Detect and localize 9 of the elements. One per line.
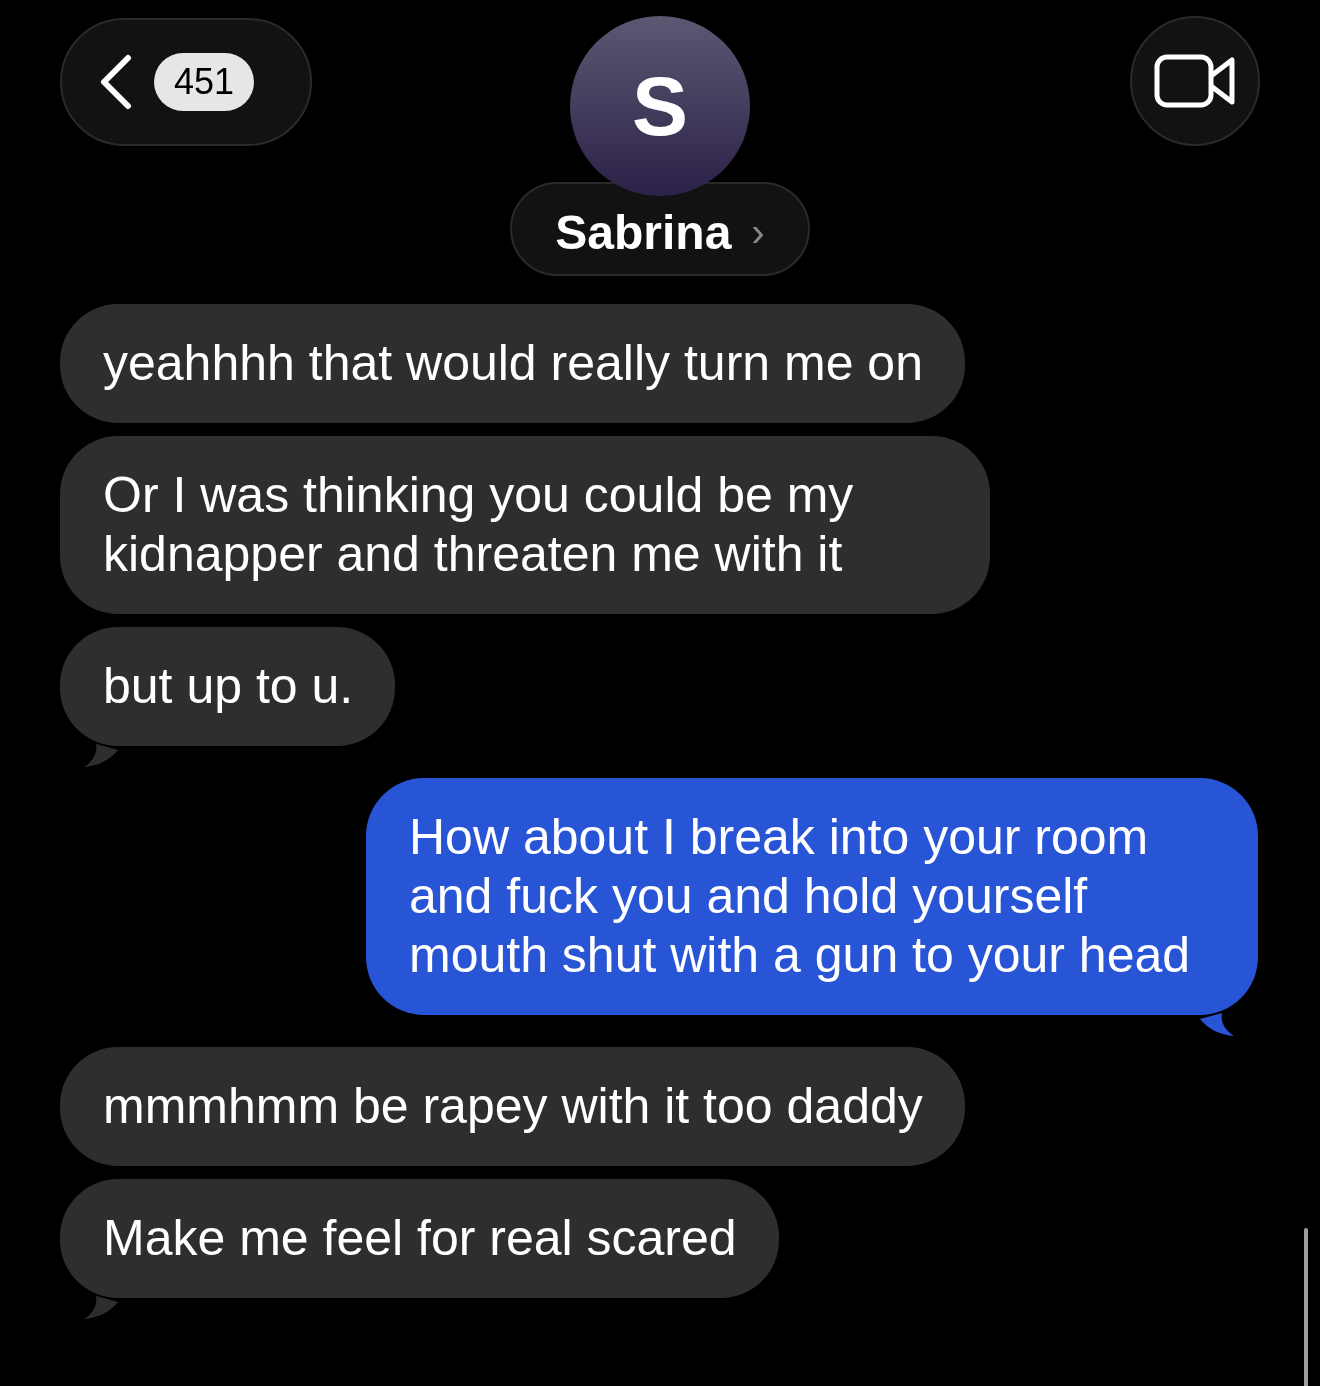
unread-count-badge: 451: [154, 53, 255, 111]
back-chevron-icon: [98, 54, 132, 110]
contact-avatar[interactable]: S: [570, 16, 750, 196]
video-camera-icon: [1154, 54, 1236, 108]
contact-name-button[interactable]: Sabrina ›: [510, 182, 810, 276]
incoming-message: Or I was thinking you could be my kidnapper and threaten me with it: [60, 436, 990, 614]
incoming-message: mmmhmm be rapey with it too daddy: [60, 1047, 965, 1166]
back-button[interactable]: 451: [60, 18, 312, 146]
incoming-message: yeahhhh that would really turn me on: [60, 304, 965, 423]
